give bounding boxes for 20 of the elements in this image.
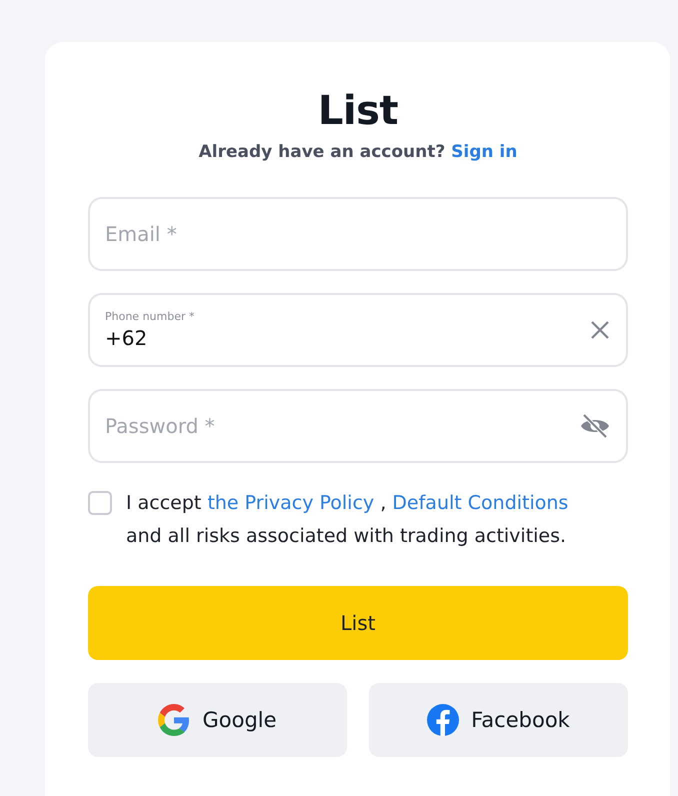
- checkbox[interactable]: [88, 491, 112, 515]
- eye-slash-icon[interactable]: [580, 413, 610, 439]
- google-icon: [158, 704, 190, 736]
- policy-link[interactable]: Default Conditions: [392, 492, 568, 514]
- password-field[interactable]: Password *: [88, 389, 628, 463]
- agreement-text: I accept the Privacy Policy , Default Conditions and all risks associated with trading activities.: [126, 491, 570, 549]
- signin-link[interactable]: Sign in: [451, 142, 518, 162]
- facebook-icon: [427, 704, 460, 736]
- social-login-button[interactable]: Facebook: [369, 683, 628, 757]
- text-input[interactable]: Email *: [105, 222, 610, 246]
- email-field[interactable]: Email *: [88, 197, 628, 271]
- social-login-button[interactable]: Google: [88, 683, 347, 757]
- signin-prompt: Already have an account? Sign in: [198, 142, 518, 162]
- phone-field[interactable]: Phone number * +62: [88, 293, 628, 367]
- policy-link[interactable]: the Privacy Policy: [207, 492, 374, 514]
- submit-button[interactable]: List: [88, 586, 628, 660]
- form-title: List: [316, 87, 400, 136]
- text-input[interactable]: +62: [105, 326, 582, 350]
- close-icon[interactable]: [590, 320, 610, 340]
- text-input[interactable]: Password *: [105, 414, 572, 438]
